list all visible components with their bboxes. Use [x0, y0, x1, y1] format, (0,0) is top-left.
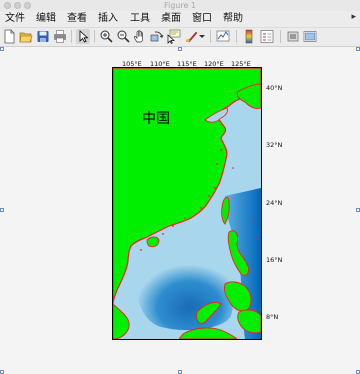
legend-icon[interactable] [260, 29, 274, 44]
china-map [113, 68, 261, 339]
hainan-island [146, 236, 160, 248]
show-plot-tools-icon[interactable] [303, 29, 317, 44]
resize-handle[interactable] [0, 47, 4, 51]
figure-toolbar [0, 28, 360, 47]
toolbar-separator [280, 30, 281, 43]
zoom-in-icon[interactable] [99, 29, 113, 44]
resize-handle[interactable] [356, 47, 360, 51]
lat-tick-label: 32°N [266, 141, 283, 149]
resize-handle[interactable] [356, 208, 360, 212]
menu-file[interactable]: 文件 [5, 12, 25, 26]
menu-help[interactable]: 帮助 [223, 12, 243, 26]
open-folder-icon[interactable] [19, 29, 33, 44]
menu-bar: 文件 编辑 查看 插入 工具 桌面 窗口 帮助 ▸ [0, 11, 360, 28]
rotate-3d-icon[interactable] [150, 29, 164, 44]
resize-handle[interactable] [0, 208, 4, 212]
hide-plot-tools-icon[interactable] [286, 29, 300, 44]
toolbar-separator [236, 30, 237, 43]
lat-tick-label: 24°N [266, 199, 283, 207]
toolbar-separator [210, 30, 211, 43]
resize-handle[interactable] [178, 47, 182, 51]
menu-view[interactable]: 查看 [67, 12, 87, 26]
new-figure-icon[interactable] [2, 29, 16, 44]
toolbar-separator [94, 30, 95, 43]
menu-overflow-arrow-icon[interactable]: ▸ [351, 12, 356, 22]
save-icon[interactable] [36, 29, 50, 44]
toolbar-separator [71, 30, 72, 43]
resize-handle[interactable] [356, 370, 360, 374]
map-axes[interactable] [112, 67, 262, 340]
brush-icon[interactable] [184, 29, 198, 44]
menu-tools[interactable]: 工具 [130, 12, 150, 26]
brush-dropdown-arrow-icon[interactable] [198, 29, 206, 44]
zoom-out-icon[interactable] [116, 29, 130, 44]
print-icon[interactable] [53, 29, 67, 44]
window-title: Figure 1 [163, 1, 197, 10]
link-plot-icon[interactable] [216, 29, 230, 44]
china-map-label: 中国 [142, 111, 170, 127]
data-cursor-icon[interactable] [167, 29, 181, 44]
menu-insert[interactable]: 插入 [98, 12, 118, 26]
menu-window[interactable]: 窗口 [192, 12, 212, 26]
colorbar-icon[interactable] [242, 29, 256, 44]
lat-tick-label: 8°N [266, 313, 279, 321]
lat-tick-label: 40°N [266, 84, 283, 92]
pointer-arrow-icon[interactable] [76, 29, 90, 44]
pan-hand-icon[interactable] [133, 29, 147, 44]
menu-edit[interactable]: 编辑 [36, 12, 56, 26]
lat-tick-label: 16°N [266, 256, 283, 264]
resize-handle[interactable] [178, 370, 182, 374]
resize-handle[interactable] [0, 370, 4, 374]
window-titlebar: Figure 1 [0, 0, 360, 11]
menu-desktop[interactable]: 桌面 [161, 12, 181, 26]
